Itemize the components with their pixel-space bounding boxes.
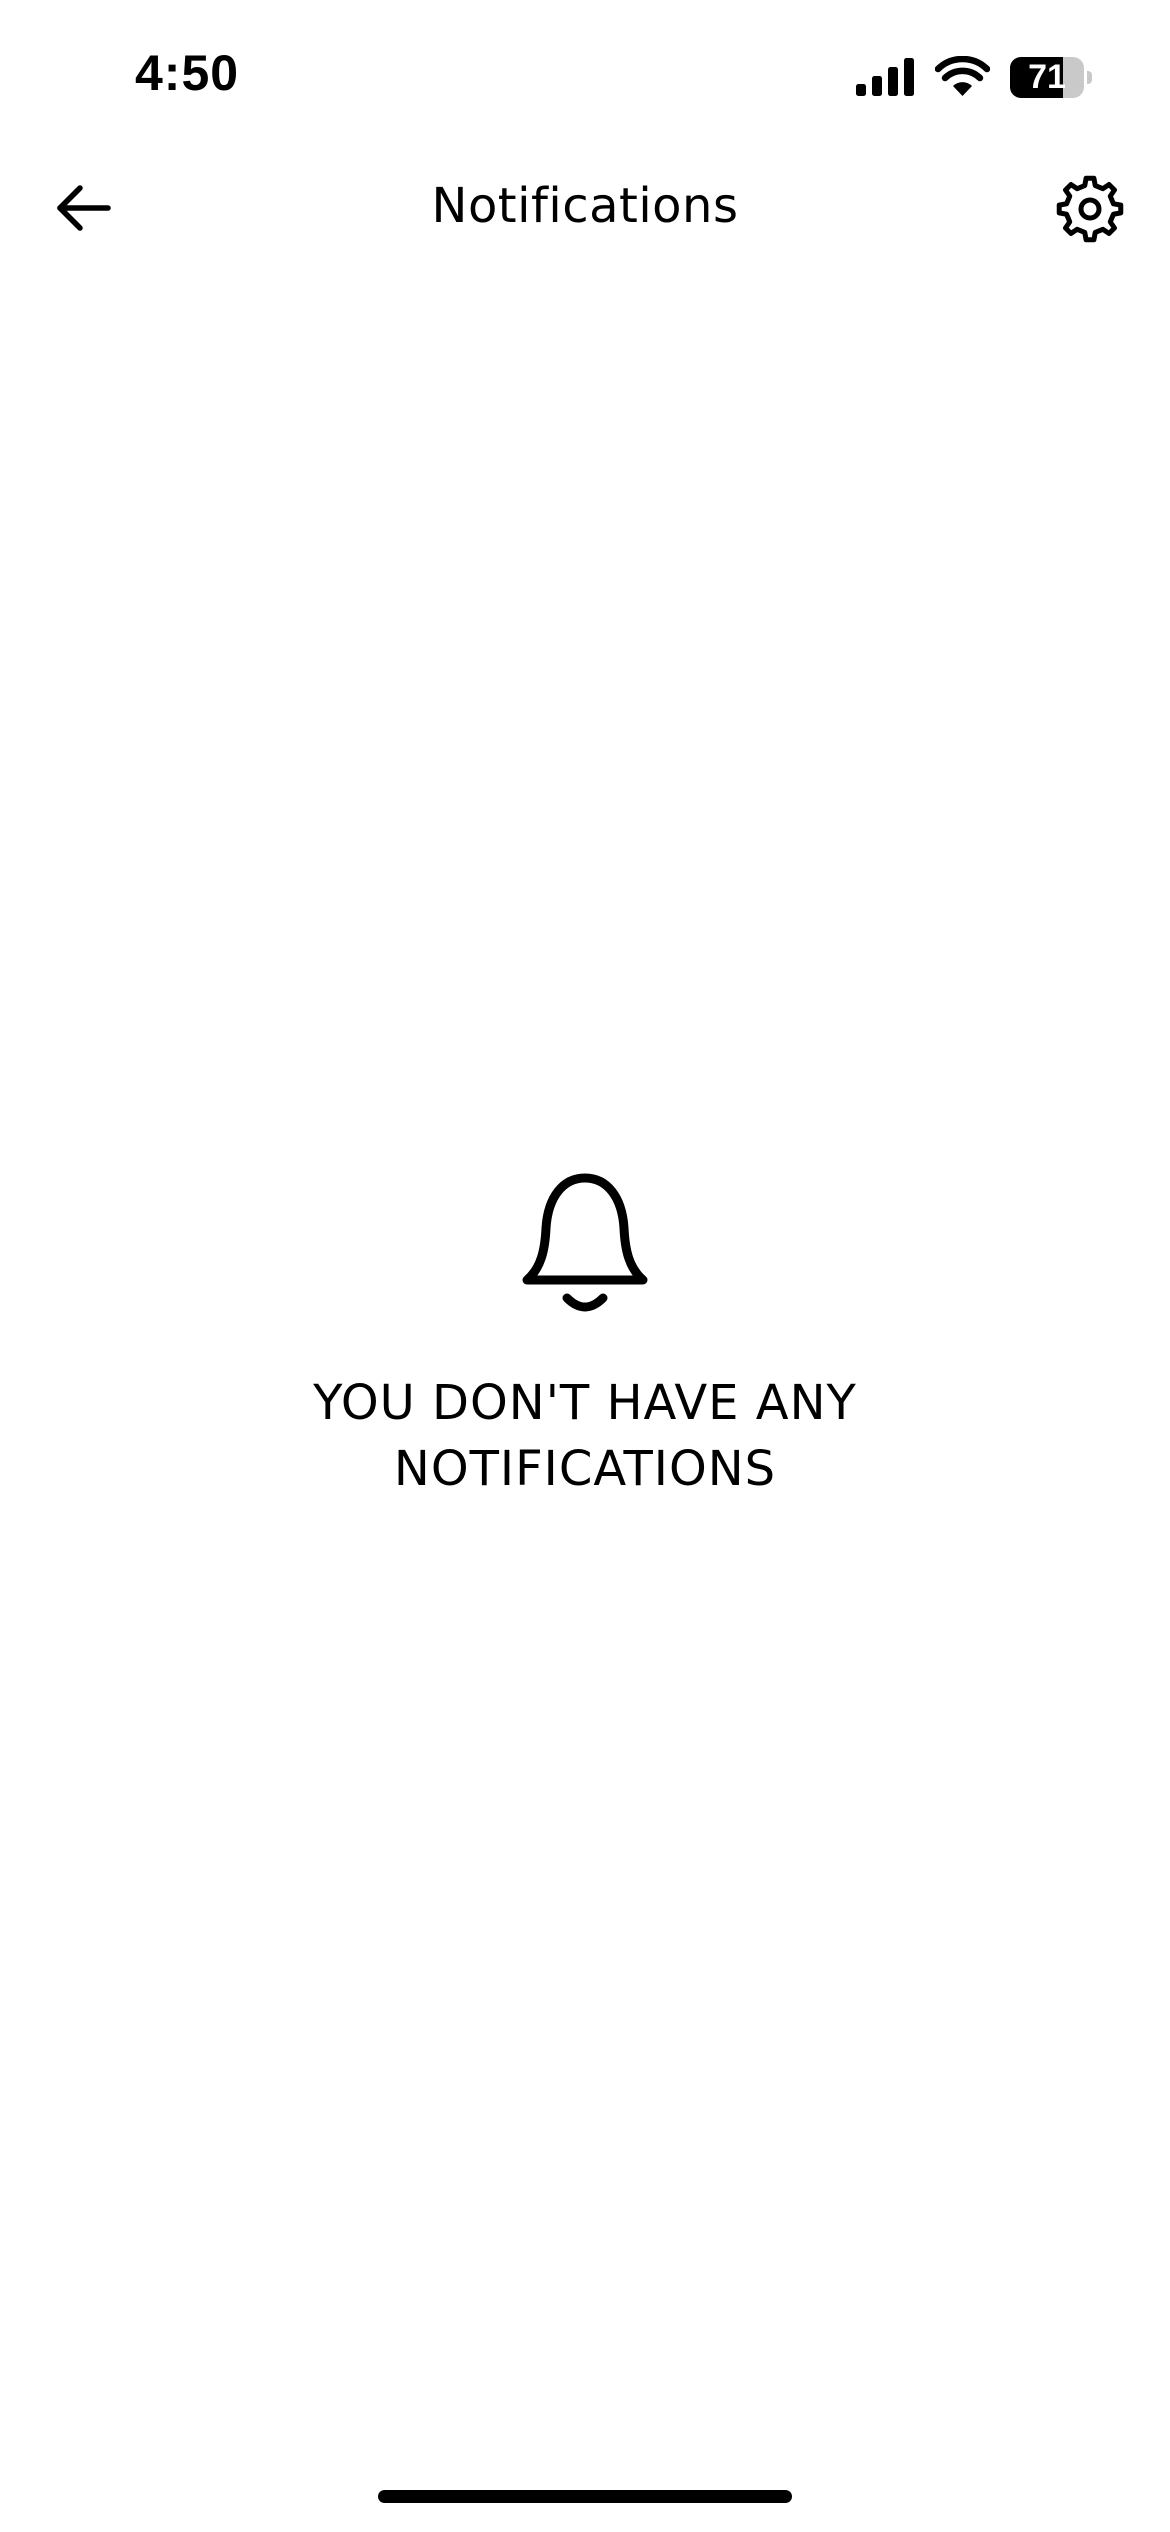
page-title: Notifications [431, 178, 739, 234]
battery-icon: 71 [1010, 57, 1092, 98]
bell-icon [522, 1173, 648, 1312]
empty-state-message: YOU DON'T HAVE ANY NOTIFICATIONS [313, 1375, 857, 1497]
nav-header: Notifications [0, 150, 1170, 265]
battery-percent: 71 [1028, 58, 1066, 96]
status-time: 4:50 [135, 45, 240, 101]
battery-cap [1087, 71, 1092, 84]
wifi-icon [935, 56, 990, 96]
empty-state: YOU DON'T HAVE ANY NOTIFICATIONS [0, 1170, 1170, 1502]
battery-body: 71 [1010, 57, 1084, 98]
home-indicator[interactable] [378, 2490, 792, 2503]
status-bar: 4:50 71 [0, 0, 1170, 150]
gear-icon [1056, 175, 1124, 243]
signal-icon [856, 58, 914, 96]
settings-button[interactable] [1055, 174, 1125, 244]
